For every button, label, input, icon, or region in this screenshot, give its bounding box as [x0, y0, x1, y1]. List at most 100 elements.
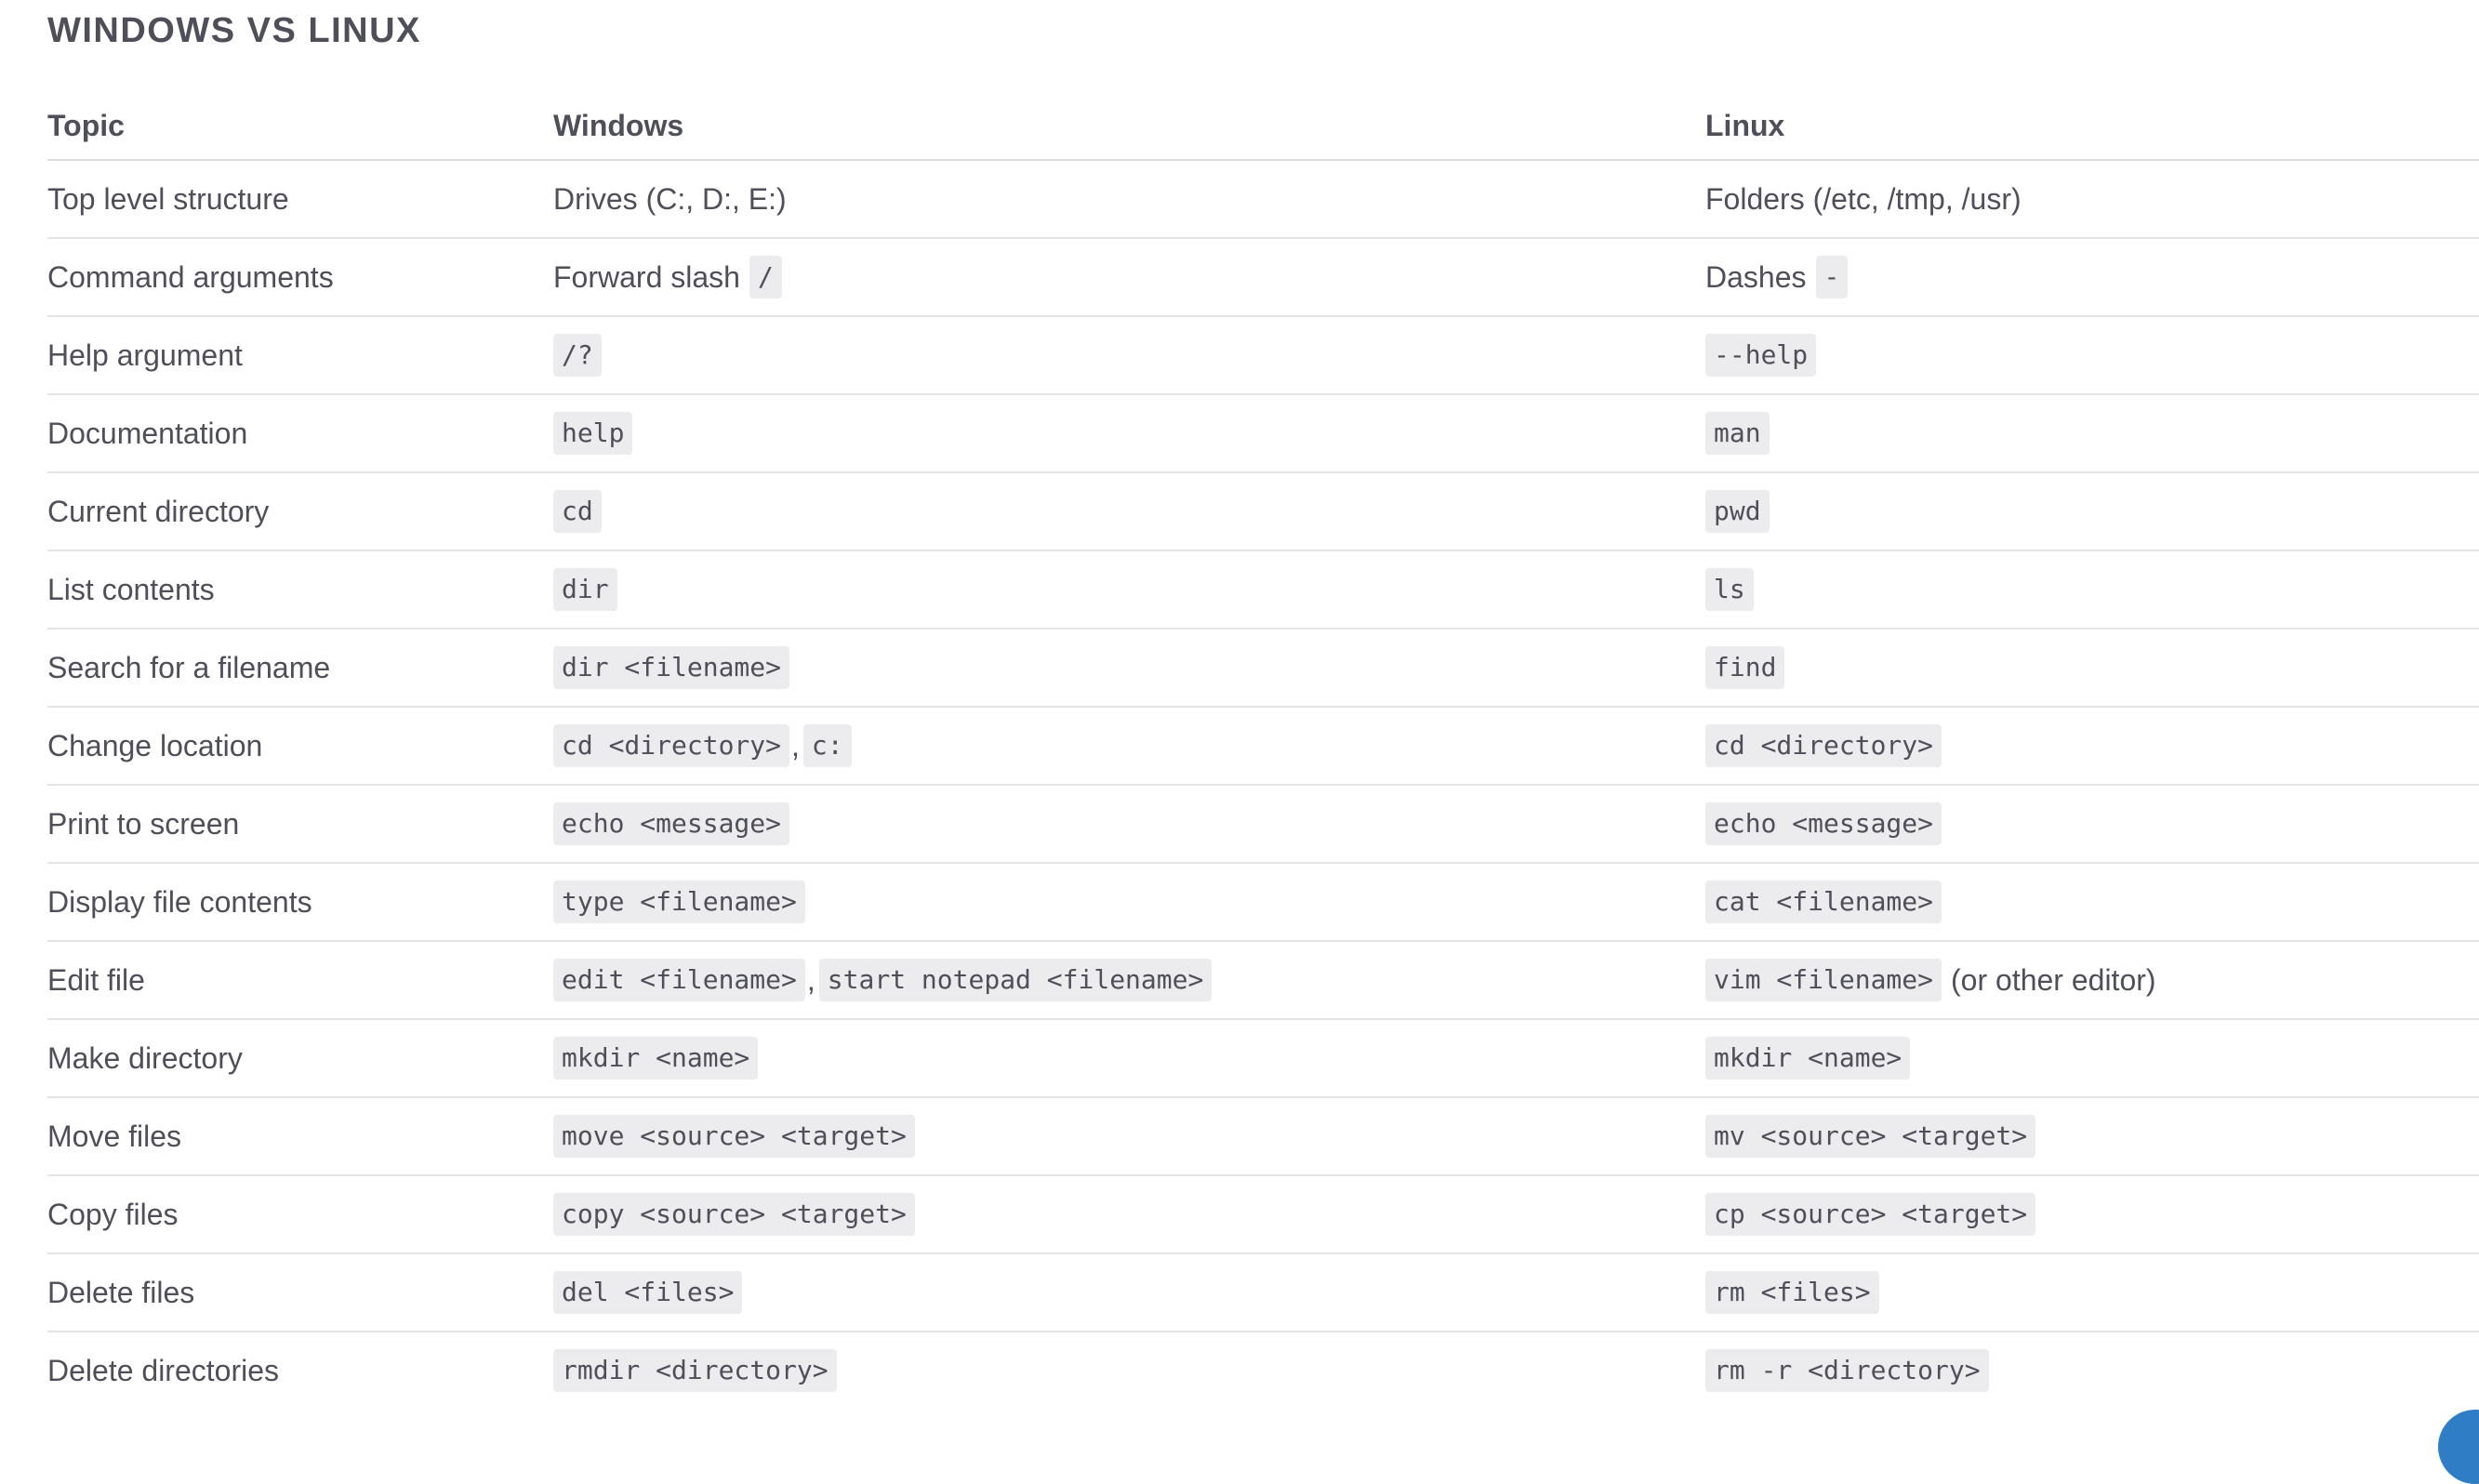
command-code: dir <filename>	[553, 646, 790, 689]
cell-windows: Forward slash /	[553, 238, 1705, 317]
table-row: Display file contents type <filename> cat …	[47, 863, 2479, 942]
command-code: cp <source> <target>	[1705, 1193, 2036, 1236]
command-code: cd <directory>	[553, 724, 790, 767]
cell-topic: Make directory	[47, 1019, 553, 1098]
command-code: cat <filename>	[1705, 881, 1942, 923]
cell-linux: man	[1705, 394, 2479, 473]
cell-topic: Delete files	[47, 1253, 553, 1332]
cell-topic: Delete directories	[47, 1353, 279, 1387]
comparison-table: Topic Windows Linux Top level structure D…	[47, 93, 2479, 1409]
cell-topic: Copy files	[47, 1175, 553, 1254]
cell-topic: Print to screen	[47, 785, 553, 864]
command-code: --help	[1705, 334, 1817, 377]
table-row: Move files move <source> <target> mv <sour…	[47, 1097, 2479, 1176]
command-code: help	[553, 412, 633, 455]
separator: ,	[791, 728, 800, 762]
command-code: mv <source> <target>	[1705, 1115, 2036, 1158]
cell-text: Dashes	[1705, 259, 1807, 294]
cell-linux: echo <message>	[1705, 785, 2479, 864]
cell-linux: vim <filename> (or other editor)	[1705, 941, 2479, 1020]
cell-topic: Top level structure	[47, 160, 553, 239]
cell-topic: Change location	[47, 707, 553, 786]
cell-linux: rm <files>	[1705, 1253, 2479, 1332]
cell-topic: Current directory	[47, 472, 553, 551]
command-code: /	[749, 256, 782, 298]
cell-topic: Help argument	[47, 316, 553, 395]
table-row: Edit file edit <filename>, start notepad <…	[47, 941, 2479, 1020]
table-row: Command arguments Forward slash / Dashes -	[47, 238, 2479, 317]
table-row: Top level structure Drives (C:, D:, E:) Fo…	[47, 160, 2479, 239]
cell-windows: copy <source> <target>	[553, 1175, 1705, 1254]
cell-topic: List contents	[47, 550, 553, 629]
cell-linux: Folders (/etc, /tmp, /usr)	[1705, 160, 2479, 239]
cell-topic: Search for a filename	[47, 629, 553, 708]
cell-topic: Edit file	[47, 941, 553, 1020]
cell-topic: Display file contents	[47, 863, 553, 942]
table-row: Delete files del <files> rm <files>	[47, 1253, 2479, 1332]
command-code: man	[1705, 412, 1770, 455]
command-code: type <filename>	[553, 881, 805, 923]
cell-topic: Documentation	[47, 394, 553, 473]
table-row: Copy files copy <source> <target> cp <sour…	[47, 1175, 2479, 1254]
cell-windows: cd <directory>, c:	[553, 707, 1705, 786]
table-row: Print to screen echo <message> echo <messa…	[47, 785, 2479, 864]
cell-linux: mkdir <name>	[1705, 1019, 2479, 1098]
command-code: cd <directory>	[1705, 724, 1942, 767]
command-code: mkdir <name>	[553, 1037, 759, 1080]
cell-windows: cd	[553, 472, 1705, 551]
command-code: cd	[553, 490, 602, 533]
cell-linux: cd <directory>	[1705, 707, 2479, 786]
cell-windows: rmdir <directory>	[553, 1332, 1705, 1409]
cell-windows: edit <filename>, start notepad <filename>	[553, 941, 1705, 1020]
command-code: rm -r <directory>	[1705, 1349, 1989, 1392]
command-code: mkdir <name>	[1705, 1037, 1911, 1080]
cell-linux: mv <source> <target>	[1705, 1097, 2479, 1176]
command-code: move <source> <target>	[553, 1115, 915, 1158]
command-code: start notepad <filename>	[818, 959, 1213, 1001]
table-row: Current directory cd pwd	[47, 472, 2479, 551]
cell-windows: help	[553, 394, 1705, 473]
table-row: List contents dir ls	[47, 550, 2479, 629]
table-row: Help argument/? --help	[47, 316, 2479, 395]
table-row: Delete directories rmdir <directory> rm -r…	[47, 1332, 2479, 1409]
table-header-row: Topic Windows Linux	[47, 93, 2479, 161]
cell-linux: --help	[1705, 316, 2479, 395]
page: WINDOWS VS LINUX Topic Windows Linux Top…	[47, 0, 2479, 1451]
cell-windows: /?	[553, 316, 1705, 395]
table-row: Documentation help man	[47, 394, 2479, 473]
command-code: echo <message>	[1705, 802, 1942, 845]
cell-linux: ls	[1705, 550, 2479, 629]
cell-windows: type <filename>	[553, 863, 1705, 942]
table-row: Search for a filename dir <filename> find	[47, 629, 2479, 708]
cell-windows: dir	[553, 550, 1705, 629]
command-code: c:	[802, 724, 852, 767]
cell-linux: pwd	[1705, 472, 2479, 551]
command-code: ls	[1705, 568, 1754, 611]
cell-topic: Command arguments	[47, 238, 553, 317]
table-body: Top level structure Drives (C:, D:, E:) Fo…	[47, 160, 2479, 1409]
command-code: rm <files>	[1705, 1271, 1879, 1314]
table-row: Change location cd <directory>, c: cd <dire…	[47, 707, 2479, 786]
command-code: find	[1705, 646, 1785, 689]
cell-text: Drives (C:, D:, E:)	[553, 182, 787, 217]
cell-linux: cp <source> <target>	[1705, 1175, 2479, 1254]
command-code: copy <source> <target>	[553, 1193, 915, 1236]
command-code: dir	[553, 568, 617, 611]
command-code: vim <filename>	[1705, 959, 1942, 1001]
command-code: rmdir <directory>	[553, 1349, 837, 1392]
cell-linux: find	[1705, 629, 2479, 708]
command-code: /?	[553, 334, 602, 377]
cell-windows: del <files>	[553, 1253, 1705, 1332]
cell-note: (or other editor)	[1951, 962, 2156, 997]
cell-linux: rm -r <directory>	[1705, 1332, 2479, 1409]
command-code: echo <message>	[553, 802, 790, 845]
cell-windows: mkdir <name>	[553, 1019, 1705, 1098]
section-title: WINDOWS VS LINUX	[47, 11, 421, 50]
command-code: edit <filename>	[553, 959, 805, 1001]
header-linux: Linux	[1705, 93, 2479, 161]
header-windows: Windows	[553, 93, 1705, 161]
cell-topic: Move files	[47, 1097, 553, 1176]
table-row: Make directory mkdir <name> mkdir <name>	[47, 1019, 2479, 1098]
command-code: pwd	[1705, 490, 1770, 533]
command-code: -	[1815, 256, 1849, 298]
